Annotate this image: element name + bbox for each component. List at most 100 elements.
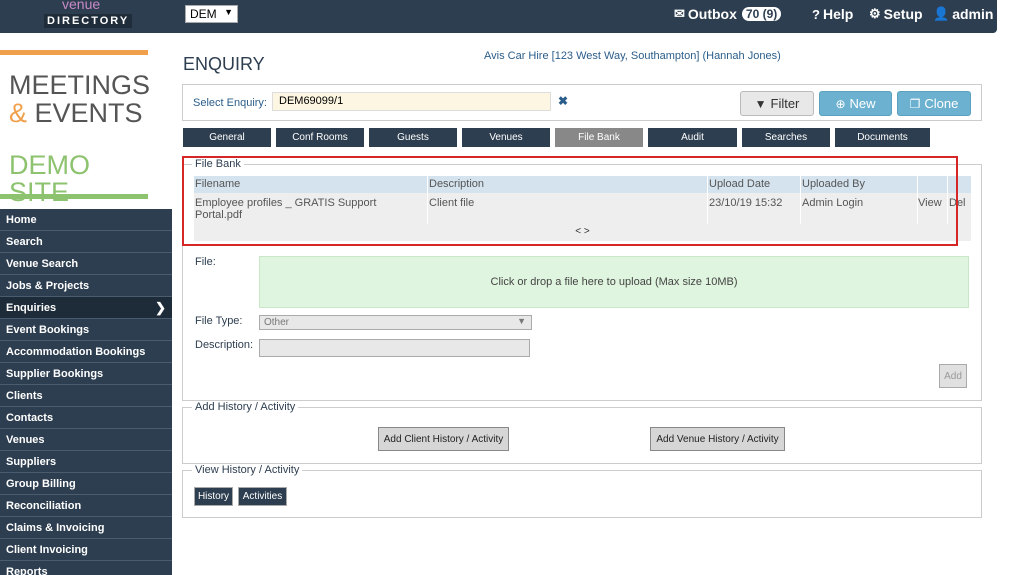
- sidebar-item-jobs-projects[interactable]: Jobs & Projects: [0, 275, 172, 297]
- sidebar-item-venue-search[interactable]: Venue Search: [0, 253, 172, 275]
- add-file-button[interactable]: Add: [939, 364, 967, 388]
- user-label: admin: [952, 6, 994, 22]
- logo-green-bar: [0, 194, 148, 199]
- filter-icon: ▼: [754, 96, 767, 111]
- question-circle-icon: ?: [812, 6, 820, 22]
- history-button[interactable]: History: [194, 487, 233, 506]
- sidebar-item-label: Venue Search: [6, 258, 79, 270]
- new-button-label: New: [849, 96, 876, 111]
- select-enquiry-label: Select Enquiry:: [193, 97, 267, 109]
- clone-button[interactable]: ❐ Clone: [897, 91, 971, 116]
- sidebar-item-event-bookings[interactable]: Event Bookings: [0, 319, 172, 341]
- site-logo-line2: & EVENTS: [9, 100, 143, 127]
- file-type-value: Other: [264, 317, 290, 328]
- clear-icon[interactable]: ✖: [558, 94, 568, 108]
- site-logo: MEETINGS & EVENTS DEMO SITE: [0, 50, 151, 206]
- page-title: ENQUIRY: [183, 54, 265, 74]
- sidebar-item-label: Reconciliation: [6, 500, 82, 512]
- sidebar-item-claims-invoicing[interactable]: Claims & Invoicing: [0, 517, 172, 539]
- site-logo-line1: MEETINGS: [9, 70, 151, 100]
- sidebar-item-client-invoicing[interactable]: Client Invoicing: [0, 539, 172, 561]
- sidebar-item-supplier-bookings[interactable]: Supplier Bookings: [0, 363, 172, 385]
- sidebar-item-accommodation-bookings[interactable]: Accommodation Bookings: [0, 341, 172, 363]
- top-bar: venue DIRECTORY DEM ▼ ✉ Outbox 70 (9) ? …: [0, 0, 997, 33]
- setup-label: Setup: [883, 6, 923, 22]
- tab-searches[interactable]: Searches: [742, 128, 830, 147]
- highlight-box: [182, 156, 958, 246]
- sidebar-item-clients[interactable]: Clients: [0, 385, 172, 407]
- sidebar-item-label: Search: [6, 236, 43, 248]
- select-enquiry-bar: Select Enquiry: DEM69099/1 ✖ ▼ Filter ⊕ …: [182, 84, 982, 121]
- sidebar-menu: Home Search Venue Search Jobs & Projects…: [0, 209, 172, 575]
- sidebar-item-label: Jobs & Projects: [6, 280, 90, 292]
- outbox-label: Outbox: [687, 6, 737, 22]
- sidebar-item-label: Accommodation Bookings: [6, 346, 146, 358]
- sidebar-item-enquiries[interactable]: Enquiries ❯: [0, 297, 172, 319]
- new-button[interactable]: ⊕ New: [819, 91, 892, 116]
- view-history-legend: View History / Activity: [192, 464, 303, 476]
- sidebar-item-home[interactable]: Home: [0, 209, 172, 231]
- file-type-select[interactable]: Other ▼: [259, 315, 532, 330]
- site-logo-line2-text: EVENTS: [34, 98, 143, 128]
- caret-down-icon: ▼: [224, 7, 233, 17]
- logo-orange-bar: [0, 50, 148, 55]
- tab-file-bank[interactable]: File Bank: [555, 128, 643, 147]
- sidebar-item-contacts[interactable]: Contacts: [0, 407, 172, 429]
- tab-general[interactable]: General: [183, 128, 271, 147]
- gear-icon: ⚙: [869, 6, 881, 21]
- sidebar-item-label: Group Billing: [6, 478, 76, 490]
- sidebar-item-label: Suppliers: [6, 456, 57, 468]
- sidebar-item-label: Enquiries: [6, 302, 57, 314]
- sidebar-item-label: Claims & Invoicing: [6, 522, 105, 534]
- filter-button[interactable]: ▼ Filter: [740, 91, 814, 116]
- tab-conf-rooms[interactable]: Conf Rooms: [276, 128, 364, 147]
- enquiry-context-link[interactable]: Avis Car Hire [123 West Way, Southampton…: [484, 50, 781, 62]
- sidebar-item-label: Supplier Bookings: [6, 368, 104, 380]
- view-history-panel: View History / Activity History Activiti…: [182, 464, 982, 518]
- sidebar-item-label: Contacts: [6, 412, 54, 424]
- file-dropzone[interactable]: Click or drop a file here to upload (Max…: [259, 256, 969, 308]
- tab-audit[interactable]: Audit: [648, 128, 737, 147]
- help-label: Help: [822, 6, 854, 22]
- sidebar-item-label: Client Invoicing: [6, 544, 88, 556]
- sidebar-item-reconciliation[interactable]: Reconciliation: [0, 495, 172, 517]
- outbox-count-badge: 70 (9): [741, 7, 782, 21]
- enquiry-tabs: General Conf Rooms Guests Venues File Ba…: [183, 128, 943, 147]
- select-enquiry-input[interactable]: DEM69099/1: [272, 92, 551, 111]
- activities-button[interactable]: Activities: [238, 487, 287, 506]
- envelope-icon: ✉: [674, 6, 685, 21]
- company-select[interactable]: DEM ▼: [185, 5, 238, 23]
- sidebar-item-venues[interactable]: Venues: [0, 429, 172, 451]
- help-link[interactable]: ? Help: [812, 6, 853, 22]
- sidebar-item-suppliers[interactable]: Suppliers: [0, 451, 172, 473]
- user-icon: 👤: [933, 6, 950, 21]
- venue-directory-logo[interactable]: venue DIRECTORY: [44, 0, 138, 30]
- clone-button-label: Clone: [924, 96, 959, 111]
- sidebar-item-label: Clients: [6, 390, 43, 402]
- file-type-label: File Type:: [195, 315, 243, 327]
- user-menu[interactable]: 👤 admin: [933, 6, 993, 22]
- add-venue-history-button[interactable]: Add Venue History / Activity: [650, 427, 785, 451]
- plus-circle-icon: ⊕: [835, 96, 846, 111]
- sidebar-item-label: Home: [6, 214, 37, 226]
- sidebar-item-search[interactable]: Search: [0, 231, 172, 253]
- tab-venues[interactable]: Venues: [462, 128, 550, 147]
- site-logo-amp: &: [9, 98, 28, 128]
- setup-link[interactable]: ⚙ Setup: [869, 6, 923, 22]
- filter-button-label: Filter: [770, 96, 800, 111]
- company-select-value: DEM: [190, 7, 217, 21]
- outbox-link[interactable]: ✉ Outbox 70 (9): [674, 6, 782, 22]
- sidebar-item-group-billing[interactable]: Group Billing: [0, 473, 172, 495]
- sidebar-item-reports[interactable]: Reports: [0, 561, 172, 575]
- copy-icon: ❐: [909, 96, 921, 111]
- caret-down-icon: ▼: [517, 316, 526, 326]
- chevron-right-icon: ❯: [155, 300, 166, 315]
- add-history-panel: Add History / Activity Add Client Histor…: [182, 401, 982, 464]
- add-client-history-button[interactable]: Add Client History / Activity: [378, 427, 509, 451]
- tab-documents[interactable]: Documents: [835, 128, 930, 147]
- description-input[interactable]: [259, 339, 530, 357]
- file-label: File:: [195, 256, 216, 268]
- tab-guests[interactable]: Guests: [369, 128, 457, 147]
- sidebar-item-label: Event Bookings: [6, 324, 90, 336]
- description-label: Description:: [195, 339, 254, 351]
